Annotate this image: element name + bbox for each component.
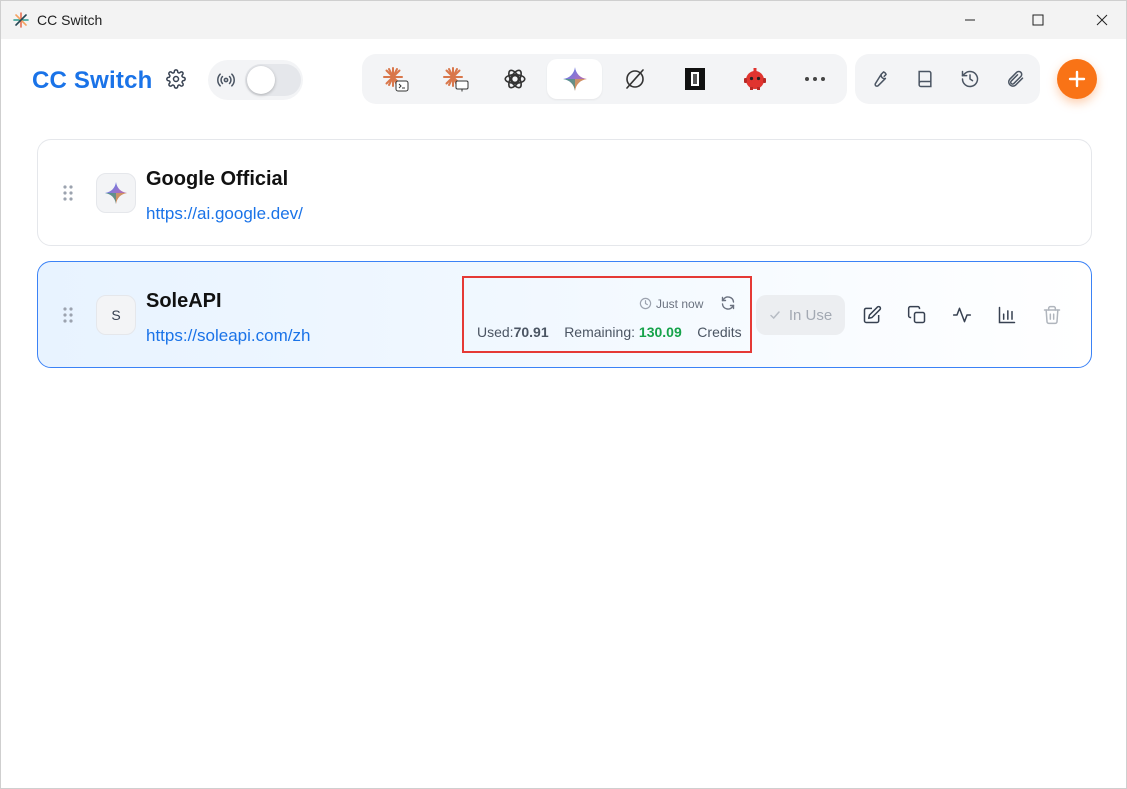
history-icon xyxy=(961,70,979,88)
maximize-button[interactable] xyxy=(1015,1,1061,39)
tab-more[interactable] xyxy=(787,59,842,99)
minimize-button[interactable] xyxy=(947,1,993,39)
paperclip-icon xyxy=(1008,70,1024,87)
window-title: CC Switch xyxy=(37,12,103,28)
remaining-label: Remaining: xyxy=(564,324,636,340)
plus-icon xyxy=(1068,70,1086,88)
used-value: 70.91 xyxy=(513,324,549,340)
provider-avatar: S xyxy=(96,295,136,335)
claude-terminal-icon xyxy=(382,67,408,92)
drag-handle-icon[interactable] xyxy=(62,307,74,323)
more-icon xyxy=(804,77,825,81)
provider-name: Google Official xyxy=(146,168,289,190)
attachments-button[interactable] xyxy=(1001,65,1029,93)
tab-claude-code[interactable] xyxy=(367,59,422,99)
tools-button[interactable] xyxy=(865,65,893,93)
close-button[interactable] xyxy=(1079,1,1125,39)
maximize-icon xyxy=(1032,14,1044,26)
title-bar: CC Switch xyxy=(1,1,1126,39)
provider-name: SoleAPI xyxy=(146,290,222,312)
brand-title: CC Switch xyxy=(32,67,153,94)
tab-openai[interactable] xyxy=(487,59,542,99)
tab-claude-desktop[interactable] xyxy=(427,59,482,99)
openai-icon xyxy=(503,69,526,89)
opencode-icon xyxy=(625,69,644,89)
wrench-icon xyxy=(874,71,887,87)
add-provider-button[interactable] xyxy=(1057,59,1097,99)
docs-button[interactable] xyxy=(911,65,939,93)
in-use-button[interactable]: In Use xyxy=(756,295,845,335)
history-button[interactable] xyxy=(956,65,984,93)
remaining-value: 130.09 xyxy=(638,324,682,340)
check-icon xyxy=(770,311,780,320)
gemini-icon xyxy=(562,67,587,91)
used-label: Used: xyxy=(477,324,514,340)
clock-icon xyxy=(639,297,652,310)
broadcast-icon xyxy=(217,73,235,87)
usage-stats-button[interactable] xyxy=(995,303,1019,327)
gear-icon xyxy=(166,69,186,89)
bar-chart-icon xyxy=(998,306,1016,324)
claude-desktop-icon xyxy=(442,67,468,92)
provider-card-active[interactable]: S SoleAPI https://soleapi.com/zh Just no… xyxy=(37,261,1092,368)
provider-url-link[interactable]: https://soleapi.com/zh xyxy=(146,326,310,346)
book-icon xyxy=(918,70,932,88)
delete-button[interactable] xyxy=(1040,303,1064,327)
refresh-icon[interactable] xyxy=(720,295,736,311)
close-icon xyxy=(1096,14,1108,26)
activity-icon xyxy=(952,307,972,323)
tab-gemini[interactable] xyxy=(547,59,602,99)
black-square-icon xyxy=(684,68,705,90)
tool-bar xyxy=(855,54,1040,104)
toggle-knob xyxy=(247,66,275,94)
tab-black-app[interactable] xyxy=(667,59,722,99)
tab-droid[interactable] xyxy=(727,59,782,99)
credits-unit: Credits xyxy=(697,324,742,340)
test-latency-button[interactable] xyxy=(950,303,974,327)
proxy-toggle-switch[interactable] xyxy=(245,64,301,96)
provider-avatar xyxy=(96,173,136,213)
usage-updated-time: Just now xyxy=(656,297,704,311)
trash-icon xyxy=(1043,305,1061,325)
red-robot-icon xyxy=(743,68,766,90)
gemini-icon xyxy=(105,182,127,204)
edit-icon xyxy=(863,305,882,324)
app-logo-icon xyxy=(13,12,29,28)
copy-icon xyxy=(907,305,926,324)
settings-button[interactable] xyxy=(164,67,188,91)
provider-url-link[interactable]: https://ai.google.dev/ xyxy=(146,204,303,224)
minimize-icon xyxy=(965,19,975,21)
app-window: CC Switch CC Switch Google Official http… xyxy=(0,0,1127,789)
proxy-toggle-group xyxy=(208,60,303,100)
in-use-label: In Use xyxy=(788,306,833,324)
provider-card[interactable]: Google Official https://ai.google.dev/ xyxy=(37,139,1092,246)
duplicate-button[interactable] xyxy=(905,303,929,327)
edit-button[interactable] xyxy=(860,303,884,327)
usage-panel: Just now Used:70.91 Remaining: 130.09 Cr… xyxy=(462,276,752,353)
drag-handle-icon[interactable] xyxy=(62,185,74,201)
usage-summary: Used:70.91 Remaining: 130.09 Credits xyxy=(477,324,742,340)
tab-opencode[interactable] xyxy=(607,59,662,99)
app-tab-bar xyxy=(362,54,847,104)
